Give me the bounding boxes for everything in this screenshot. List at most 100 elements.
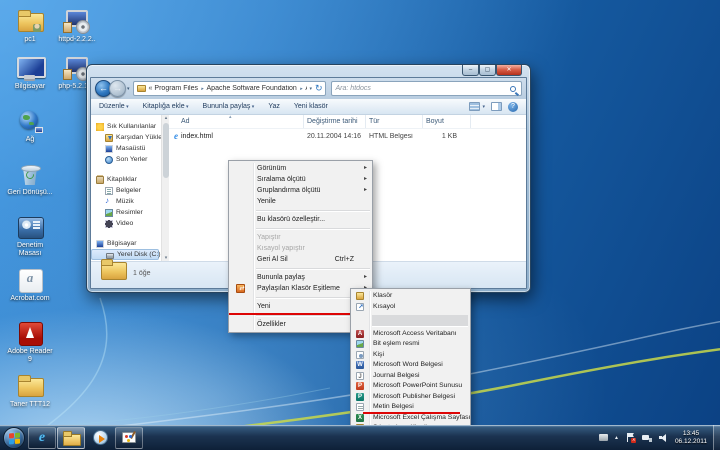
downloads-icon bbox=[105, 134, 113, 142]
toolbar-button[interactable]: Düzenle bbox=[99, 103, 129, 110]
minimize-button[interactable]: – bbox=[462, 65, 479, 76]
desktop-icon[interactable]: Ağ bbox=[6, 109, 54, 144]
clock-time: 13:45 bbox=[683, 430, 699, 437]
desktop-icon-label: Acrobat.com bbox=[6, 295, 54, 303]
sidebar-item[interactable]: Kitaplıklar bbox=[91, 174, 161, 185]
desktop-icon[interactable]: Denetim Masası bbox=[6, 215, 54, 258]
search-icon[interactable] bbox=[510, 86, 516, 92]
desktop-icon[interactable]: Geri Dönüşü... bbox=[6, 162, 54, 197]
column-header-size[interactable]: Boyut bbox=[423, 115, 471, 128]
preview-pane-icon[interactable] bbox=[491, 102, 502, 111]
submenu-item[interactable]: Microsoft Excel Çalışma Sayfası bbox=[351, 413, 470, 424]
desktop-icon[interactable]: Taner TTT12 bbox=[6, 374, 54, 409]
desktop-icon[interactable]: Acrobat.com bbox=[6, 268, 54, 303]
context-menu-item[interactable]: Sıralama ölçütü bbox=[229, 174, 372, 185]
volume-icon[interactable] bbox=[659, 433, 668, 442]
forward-button[interactable] bbox=[109, 80, 126, 97]
column-header-date[interactable]: Değiştirme tarihi bbox=[304, 115, 366, 128]
powerpoint-icon bbox=[356, 382, 364, 390]
window-titlebar[interactable]: – ▢ ✕ bbox=[87, 65, 530, 77]
action-center-icon[interactable] bbox=[626, 433, 634, 442]
submenu-item[interactable]: Metin Belgesi bbox=[351, 402, 470, 413]
context-menu-item[interactable] bbox=[256, 210, 370, 211]
show-desktop-button[interactable] bbox=[713, 425, 720, 450]
context-menu-item[interactable] bbox=[256, 228, 370, 229]
show-hidden-icons-icon[interactable]: ▲ bbox=[614, 435, 619, 441]
context-menu-item[interactable]: Bununla paylaş bbox=[229, 272, 372, 283]
file-size: 1 KB bbox=[423, 133, 471, 140]
submenu-item[interactable]: Klasör bbox=[351, 291, 470, 302]
breadcrumb-segment[interactable]: Program Files▸ bbox=[154, 85, 206, 92]
sidebar-item[interactable]: Son Yerler bbox=[91, 154, 161, 165]
refresh-icon[interactable]: ↻ bbox=[315, 82, 323, 95]
address-bar[interactable]: « Program Files▸ Apache Software Foundat… bbox=[133, 81, 326, 96]
taskbar-ie-button[interactable]: e bbox=[28, 427, 56, 449]
breadcrumb-segment[interactable]: Apache2.2▸ bbox=[305, 85, 307, 92]
column-header-type[interactable]: Tür bbox=[366, 115, 423, 128]
recent-pages-caret-icon[interactable]: ▾ bbox=[127, 86, 130, 92]
submenu-item[interactable]: Microsoft Access Veritabanı bbox=[351, 329, 470, 340]
video-icon bbox=[105, 220, 113, 228]
taskbar-paint-button[interactable] bbox=[115, 427, 143, 449]
taskbar-media-player-button[interactable] bbox=[86, 427, 114, 449]
submenu-item[interactable]: Journal Belgesi bbox=[351, 371, 470, 382]
search-box[interactable]: Ara: htdocs bbox=[331, 81, 522, 96]
sidebar-item-label: Yerel Disk (C:) bbox=[117, 251, 161, 258]
start-button[interactable] bbox=[3, 427, 25, 449]
context-menu-item[interactable]: Kısayol yapıştır bbox=[229, 243, 372, 254]
sidebar-item[interactable]: Karşıdan Yüklem bbox=[91, 132, 161, 143]
libraries-icon bbox=[96, 176, 104, 184]
change-view-icon[interactable] bbox=[469, 102, 480, 111]
submenu-item-label: Kişi bbox=[373, 350, 384, 361]
scrollbar-thumb[interactable] bbox=[163, 123, 169, 178]
change-view-caret-icon[interactable]: ▾ bbox=[482, 104, 485, 110]
sidebar-item[interactable]: Belgeler bbox=[91, 185, 161, 196]
sidebar-item[interactable]: Resimler bbox=[91, 207, 161, 218]
help-icon[interactable]: ? bbox=[508, 102, 518, 112]
desktop-icon-label: Bilgisayar bbox=[6, 83, 54, 91]
submenu-item[interactable] bbox=[372, 315, 468, 326]
context-menu-item[interactable]: Görünüm bbox=[229, 163, 372, 174]
close-button[interactable]: ✕ bbox=[496, 65, 522, 76]
file-row[interactable]: eindex.html 20.11.2004 14:16 HTML Belges… bbox=[169, 129, 526, 143]
address-dropdown-icon[interactable]: ▾ bbox=[309, 86, 312, 92]
search-placeholder: Ara: htdocs bbox=[336, 85, 510, 92]
media-player-icon bbox=[93, 430, 108, 445]
desktop-icon[interactable]: Adobe Reader 9 bbox=[6, 321, 54, 364]
toolbar-button[interactable]: Kitaplığa ekle bbox=[143, 103, 189, 110]
submenu-item[interactable]: Microsoft Word Belgesi bbox=[351, 360, 470, 371]
sidebar-item[interactable]: Masaüstü bbox=[91, 143, 161, 154]
submenu-item[interactable]: Kısayol bbox=[351, 302, 470, 313]
submenu-item[interactable]: Microsoft Publisher Belgesi bbox=[351, 392, 470, 403]
context-menu-item[interactable]: Gruplandırma ölçütü bbox=[229, 185, 372, 196]
context-menu-item[interactable]: Yapıştır bbox=[229, 232, 372, 243]
sidebar-item[interactable]: Video bbox=[91, 218, 161, 229]
context-menu-item[interactable] bbox=[256, 268, 370, 269]
sidebar-item-label: Bilgisayar bbox=[107, 240, 136, 247]
installer-icon bbox=[62, 9, 92, 34]
network-status-icon[interactable] bbox=[642, 434, 652, 442]
maximize-button[interactable]: ▢ bbox=[479, 65, 496, 76]
sidebar-item[interactable]: Sık Kullanılanlar bbox=[91, 121, 161, 132]
toolbar-button[interactable]: Bununla paylaş bbox=[203, 103, 255, 110]
submenu-item[interactable]: Microsoft PowerPoint Sunusu bbox=[351, 381, 470, 392]
desktop-icon[interactable]: pc1 bbox=[6, 9, 54, 44]
desktop-icon[interactable]: Bilgisayar bbox=[6, 56, 54, 91]
context-menu-item[interactable]: Geri Al Sil Ctrl+Z bbox=[229, 254, 372, 265]
toolbar-button[interactable]: Yeni klasör bbox=[294, 103, 328, 110]
submenu-item[interactable]: Kişi bbox=[351, 350, 470, 361]
context-menu-item[interactable]: Bu klasörü özelleştir... bbox=[229, 214, 372, 225]
sidebar-scrollbar[interactable] bbox=[161, 115, 169, 261]
taskbar-clock[interactable]: 13:45 06.12.2011 bbox=[675, 430, 707, 446]
taskbar-explorer-button[interactable] bbox=[57, 427, 85, 449]
submenu-item[interactable]: Bit eşlem resmi bbox=[351, 339, 470, 350]
removable-device-icon[interactable] bbox=[599, 434, 608, 441]
context-menu-item[interactable]: Yenile bbox=[229, 196, 372, 207]
column-header-name[interactable]: Ad▴ bbox=[169, 115, 304, 128]
desktop-icon[interactable]: httpd-2.2.2.. bbox=[53, 9, 101, 44]
sidebar-item[interactable]: Bilgisayar bbox=[91, 238, 161, 249]
breadcrumb-segment[interactable]: Apache Software Foundation▸ bbox=[207, 85, 306, 92]
sidebar-item[interactable]: Müzik bbox=[91, 196, 161, 207]
word-icon bbox=[356, 361, 364, 369]
toolbar-button[interactable]: Yaz bbox=[268, 103, 280, 110]
